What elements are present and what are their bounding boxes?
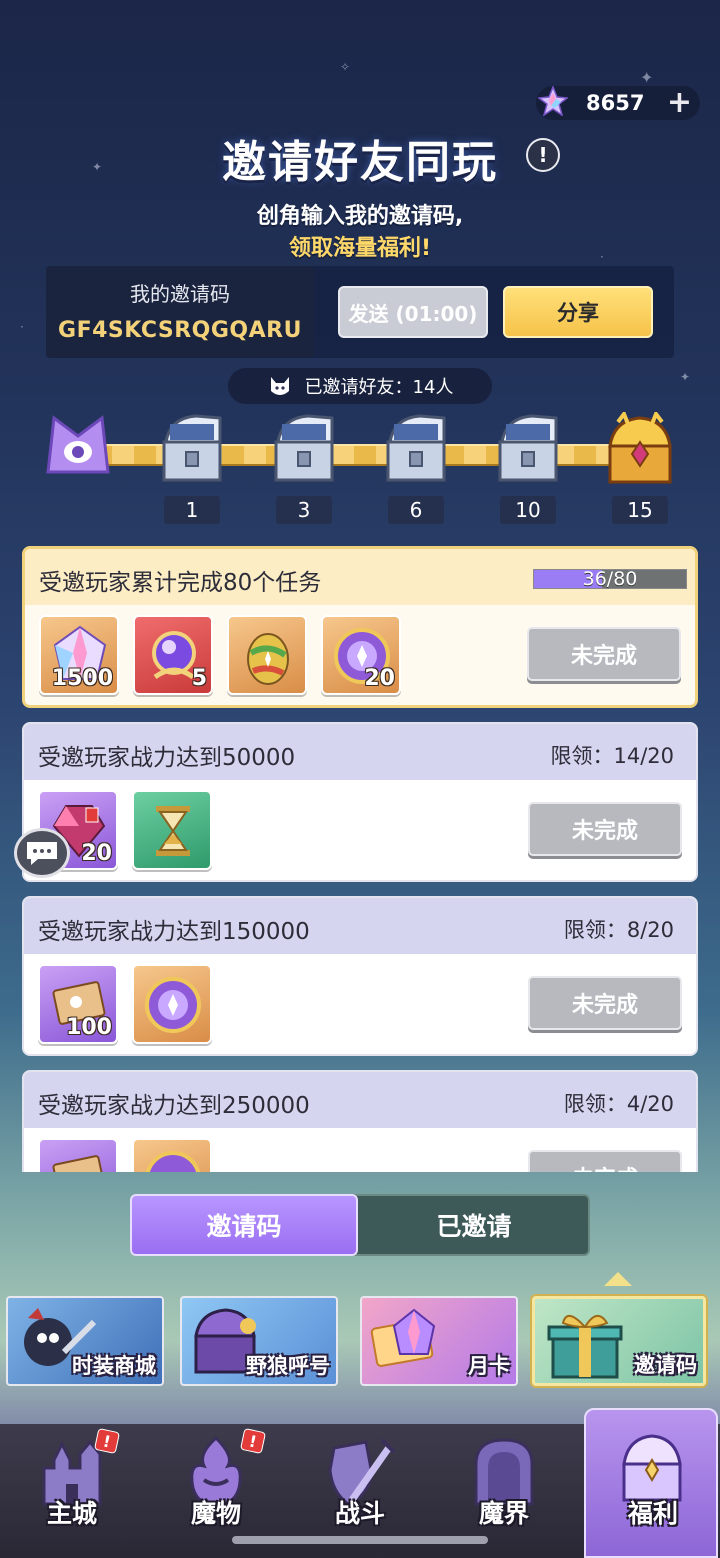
- tile-fashion-shop[interactable]: 时装商城: [6, 1296, 164, 1386]
- gift-box-icon: [547, 1315, 623, 1379]
- nav-badge: !: [239, 1427, 267, 1455]
- chat-bubble-button[interactable]: [14, 828, 70, 878]
- task-card: 受邀玩家战力达到250000 限领：4/20 未完成: [22, 1070, 698, 1172]
- reward-qty: 20: [81, 841, 112, 866]
- currency-amount: 8657: [586, 91, 645, 115]
- nav-badge: !: [93, 1427, 121, 1455]
- plus-icon[interactable]: +: [667, 88, 692, 118]
- task-progress-bar: 36/80: [533, 568, 687, 590]
- subtitle-line2: 领取海量福利!: [288, 236, 432, 261]
- milestone-label: 3: [276, 496, 332, 524]
- home-indicator: [232, 1536, 488, 1544]
- golden-chest-icon[interactable]: [604, 412, 676, 488]
- nav-label: 福利: [627, 1499, 678, 1528]
- egg-icon: [247, 633, 289, 685]
- task-title: 受邀玩家累计完成80个任务: [39, 570, 322, 596]
- tile-label: 月卡: [468, 1354, 510, 1378]
- task-card-body: 100 未完成: [24, 954, 696, 1054]
- nav-welfare[interactable]: 福利: [584, 1408, 718, 1558]
- subtitle-line1: 创角输入我的邀请码,: [256, 204, 464, 229]
- scroll-icon: [52, 1155, 106, 1172]
- reward-qty: 100: [66, 1015, 112, 1040]
- claim-button[interactable]: 未完成: [528, 976, 682, 1030]
- tile-label: 野狼呼号: [246, 1354, 330, 1378]
- chest-icon[interactable]: [380, 412, 452, 488]
- claim-button[interactable]: 未完成: [528, 1150, 682, 1172]
- chest-icon[interactable]: [268, 412, 340, 488]
- tile-wolf-call[interactable]: 野狼呼号: [180, 1296, 338, 1386]
- task-card-body: 1500 5 20 未完成: [25, 605, 695, 705]
- send-button[interactable]: 发送 (01:00): [338, 286, 488, 338]
- reward-qty: 20: [364, 666, 395, 691]
- task-card-header: 受邀玩家战力达到250000 限领：4/20: [24, 1072, 696, 1128]
- nav-label: 魔物: [190, 1499, 241, 1528]
- nav-label: 魔界: [478, 1499, 529, 1528]
- reward-item[interactable]: 20: [321, 615, 401, 695]
- reward-item[interactable]: 100: [38, 964, 118, 1044]
- milestone-label: 6: [388, 496, 444, 524]
- milestone-label: 15: [612, 496, 668, 524]
- reward-item[interactable]: 1500: [39, 615, 119, 695]
- nav-main-city[interactable]: ! 主城: [0, 1424, 144, 1558]
- star-crystal-icon: [538, 86, 568, 116]
- task-card-header: 受邀玩家战力达到50000 限领：14/20: [24, 724, 696, 780]
- rune-coin-icon: [145, 977, 201, 1033]
- task-title: 受邀玩家战力达到250000: [38, 1093, 310, 1119]
- milestone-label: 10: [500, 496, 556, 524]
- task-progress-text: 36/80: [582, 568, 638, 590]
- invite-code-label: 我的邀请码: [130, 282, 230, 306]
- tile-label: 时装商城: [72, 1354, 156, 1378]
- reward-item[interactable]: [132, 964, 212, 1044]
- task-card-body: 20 未完成: [24, 780, 696, 880]
- task-limit: 限领：14/20: [550, 744, 674, 768]
- reward-qty: 1500: [51, 666, 113, 691]
- reward-qty: 5: [191, 666, 207, 691]
- task-card-body: 未完成: [24, 1128, 696, 1172]
- task-card: 受邀玩家战力达到50000 限领：14/20 20 未完成: [22, 722, 698, 882]
- reward-item[interactable]: [132, 1138, 212, 1172]
- claim-button[interactable]: 未完成: [528, 802, 682, 856]
- milestone-label: 1: [164, 496, 220, 524]
- task-list[interactable]: 受邀玩家累计完成80个任务 36/80 1500 5 20 未完成 受邀玩家战力…: [0, 540, 720, 1172]
- task-limit: 限领：4/20: [563, 1092, 674, 1116]
- reward-item[interactable]: [227, 615, 307, 695]
- invite-code-value[interactable]: GF4SKCSRQGQARU: [46, 318, 314, 343]
- tab-invited[interactable]: 已邀请: [358, 1194, 590, 1256]
- reward-item[interactable]: [132, 790, 212, 870]
- task-limit: 限领：8/20: [563, 918, 674, 942]
- share-button[interactable]: 分享: [503, 286, 653, 338]
- hourglass-icon: [156, 806, 190, 856]
- task-title: 受邀玩家战力达到50000: [38, 745, 296, 771]
- cat-icon: [270, 377, 289, 395]
- nav-label: 主城: [46, 1499, 97, 1528]
- task-card: 受邀玩家战力达到150000 限领：8/20 100 未完成: [22, 896, 698, 1056]
- tab-invite-code[interactable]: 邀请码: [130, 1194, 358, 1256]
- task-card-header: 受邀玩家累计完成80个任务 36/80: [25, 549, 695, 605]
- nav-label: 战斗: [334, 1499, 385, 1528]
- crystal-card-icon: [370, 1308, 436, 1367]
- claim-button[interactable]: 未完成: [527, 627, 681, 681]
- reward-item[interactable]: 5: [133, 615, 213, 695]
- chat-icon: [27, 842, 57, 865]
- chest-icon[interactable]: [156, 412, 228, 488]
- eye-monster-icon: [46, 415, 110, 474]
- rune-coin-icon: [145, 1151, 201, 1172]
- reward-item[interactable]: [38, 1138, 118, 1172]
- help-button[interactable]: !: [526, 138, 560, 172]
- tile-invite-code[interactable]: 邀请码: [532, 1296, 706, 1386]
- currency-display: 8657 +: [536, 86, 700, 120]
- page-title: 邀请好友同玩: [222, 137, 498, 188]
- invite-code-box: 我的邀请码 GF4SKCSRQGQARU: [46, 266, 314, 358]
- selected-tile-arrow: [604, 1272, 632, 1286]
- invited-count-text: 已邀请好友：14人: [304, 377, 454, 398]
- task-title: 受邀玩家战力达到150000: [38, 919, 310, 945]
- invited-count-badge: 已邀请好友：14人: [228, 368, 492, 404]
- chest-icon[interactable]: [492, 412, 564, 488]
- tile-label: 邀请码: [634, 1353, 697, 1377]
- task-card: 受邀玩家累计完成80个任务 36/80 1500 5 20 未完成: [22, 546, 698, 708]
- task-card-header: 受邀玩家战力达到150000 限领：8/20: [24, 898, 696, 954]
- tile-monthly-card[interactable]: 月卡: [360, 1296, 518, 1386]
